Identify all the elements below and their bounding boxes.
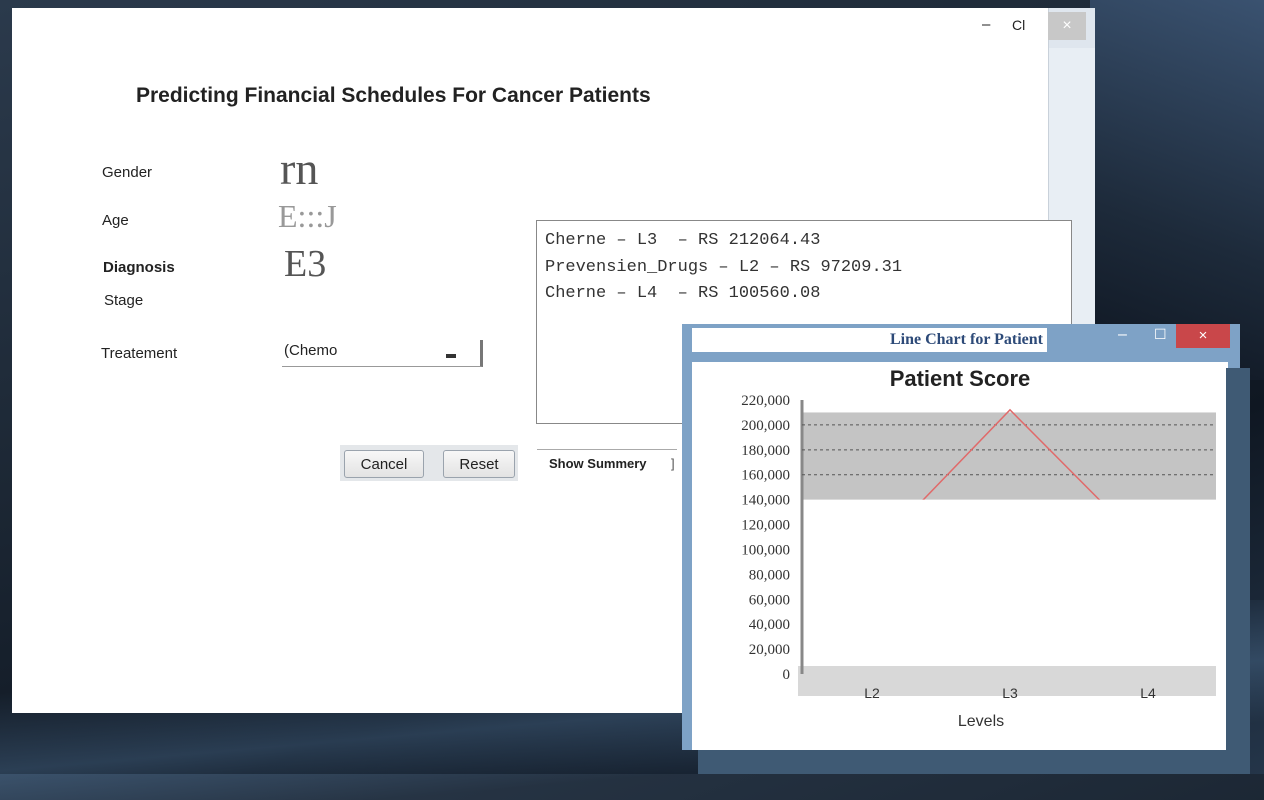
gender-radio-group[interactable]: rn (280, 142, 318, 195)
close-button[interactable]: × (1048, 12, 1086, 40)
y-tick-label: 140,000 (741, 493, 790, 509)
show-summary-bracket: ] (671, 456, 675, 471)
age-label: Age (102, 212, 129, 229)
chart-minimize-button[interactable]: – (1118, 326, 1127, 344)
line-chart: 220,000 200,000 180,000 160,000 140,000 120,0… (741, 393, 1216, 730)
show-summary-label: Show Summery (549, 456, 647, 471)
x-axis-label: Levels (958, 713, 1004, 730)
y-tick-label: 20,000 (749, 642, 790, 658)
y-tick-label: 180,000 (741, 443, 790, 459)
y-tick-label: 160,000 (741, 468, 790, 484)
summary-line: Cherne – L4 – RS 100560.08 (545, 284, 821, 303)
reset-button[interactable]: Reset (443, 450, 515, 478)
app-title: Predicting Financial Schedules For Cance… (136, 84, 651, 107)
age-field[interactable]: E:::J (278, 198, 337, 235)
chart-window-frame-bottom (698, 750, 1250, 774)
y-tick-label: 100,000 (741, 542, 790, 558)
y-tick-label: 40,000 (749, 617, 790, 633)
y-tick-label: 120,000 (741, 518, 790, 534)
treatment-dropdown[interactable]: (Chemo (282, 340, 483, 367)
minimize-button[interactable]: – (982, 16, 990, 33)
chart-body: Patient Score 220,000 200,000 180,000 160,0… (692, 362, 1228, 750)
desktop-wallpaper-right (1090, 0, 1264, 380)
treatment-label: Treatement (101, 345, 178, 362)
plot-band (802, 412, 1216, 500)
x-tick-label: L2 (864, 685, 880, 701)
diagnosis-label: Diagnosis (103, 259, 175, 276)
cancel-button[interactable]: Cancel (344, 450, 424, 478)
summary-line: Prevensien_Drugs – L2 – RS 97209.31 (545, 258, 903, 277)
chart-maximize-button[interactable]: ☐ (1154, 326, 1167, 343)
summary-line: Cherne – L3 – RS 212064.43 (545, 231, 821, 250)
chart-window-frame (1226, 368, 1250, 758)
chart-window: Line Chart for Patient – ☐ × Patient Sco… (682, 324, 1240, 750)
y-tick-label: 200,000 (741, 418, 790, 434)
dropdown-arrow-icon (446, 354, 456, 358)
y-tick-label: 220,000 (741, 393, 790, 409)
treatment-value: (Chemo (284, 342, 338, 359)
chart-close-button[interactable]: × (1176, 324, 1230, 348)
restore-button[interactable]: Cl (1012, 17, 1025, 33)
show-summary-button[interactable]: Show Summery ] (537, 449, 677, 477)
y-tick-label: 0 (783, 667, 791, 683)
diagnosis-select[interactable]: E3 (284, 242, 326, 286)
gender-label: Gender (102, 164, 153, 181)
y-tick-label: 60,000 (749, 592, 790, 608)
chart-window-titlebar[interactable]: Line Chart for Patient (692, 328, 1047, 352)
x-tick-label: L4 (1140, 685, 1156, 701)
stage-label: Stage (104, 292, 144, 309)
x-tick-label: L3 (1002, 685, 1018, 701)
chart-window-title: Line Chart for Patient (889, 331, 1043, 348)
y-tick-label: 80,000 (749, 567, 790, 583)
